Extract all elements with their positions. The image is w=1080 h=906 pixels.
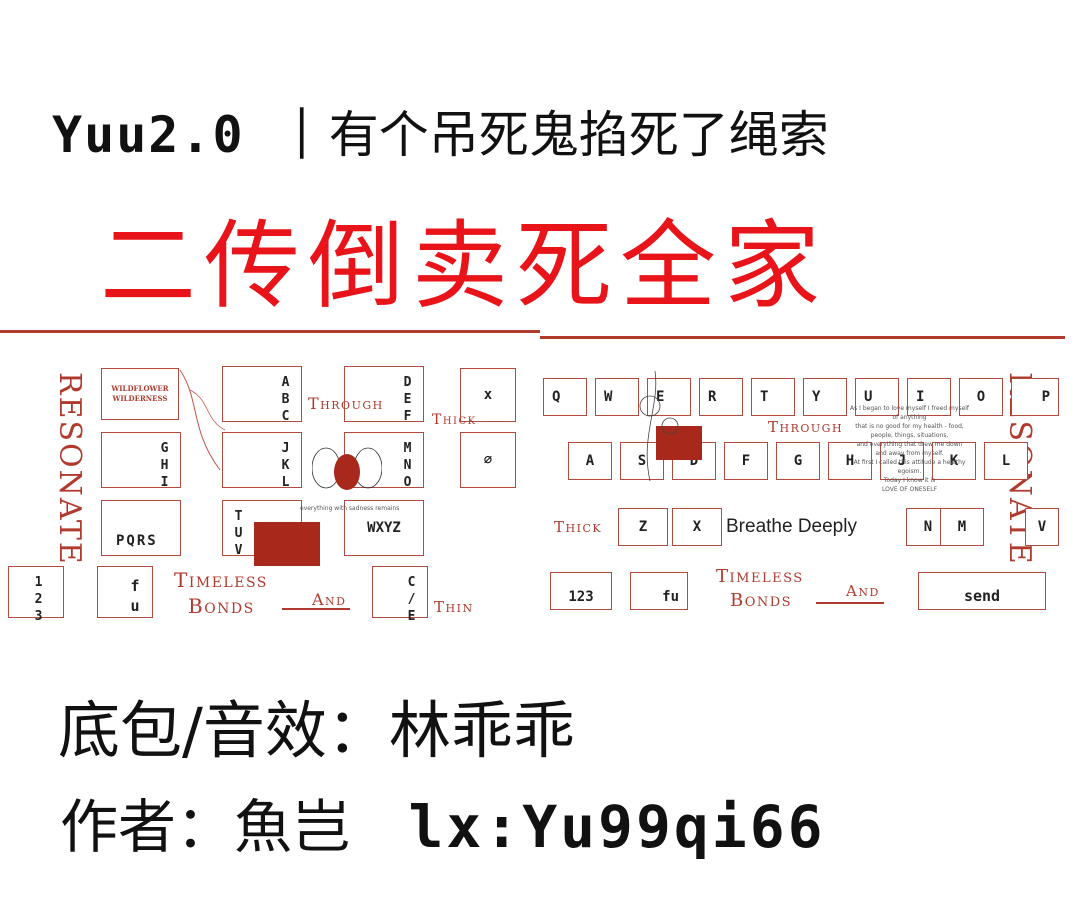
and-underline-right bbox=[816, 602, 884, 604]
key-z[interactable]: Z bbox=[618, 508, 668, 546]
key-m[interactable]: M bbox=[940, 508, 984, 546]
word-timeless-right: Timeless bbox=[716, 566, 804, 587]
author-contact: lx:Yu99qi66 bbox=[408, 793, 826, 861]
word-through-right: Through bbox=[768, 418, 844, 436]
key-t[interactable]: T bbox=[751, 378, 795, 416]
red-block bbox=[254, 522, 320, 566]
key-r[interactable]: R bbox=[699, 378, 743, 416]
title-separator: ｜ bbox=[276, 106, 329, 164]
word-bonds-right: Bonds bbox=[730, 590, 793, 611]
key-123-right[interactable]: 123 bbox=[550, 572, 612, 610]
key-pqrs[interactable]: PQRS bbox=[101, 500, 181, 556]
key-fu-right[interactable]: fu bbox=[630, 572, 688, 610]
left-keyboard-preview: RESONATE WILDFLOWER WILDERNESS ABC DEF x… bbox=[0, 350, 540, 640]
key-empty[interactable]: ∅ bbox=[460, 432, 516, 488]
key-123[interactable]: 123 bbox=[8, 566, 64, 626]
key-x[interactable]: X bbox=[672, 508, 722, 546]
divider-right bbox=[540, 336, 1065, 339]
poem-block: As I began to love myself I freed myself… bbox=[850, 405, 970, 493]
caption-text: everything with sadness remains bbox=[300, 505, 400, 512]
space-label: Breathe Deeply bbox=[726, 516, 857, 537]
key-v[interactable]: V bbox=[1025, 508, 1059, 546]
credit-sound: 底包/音效：林乖乖 bbox=[58, 694, 575, 767]
word-and-right: And bbox=[846, 582, 880, 600]
key-ghi[interactable]: GHI bbox=[101, 432, 181, 492]
key-f[interactable]: F bbox=[724, 442, 768, 480]
space-key[interactable]: Breathe Deeply bbox=[726, 508, 857, 546]
word-timeless: Timeless bbox=[174, 568, 268, 592]
word-thin: Thin bbox=[434, 598, 474, 616]
botanical-sketch-icon bbox=[639, 370, 679, 482]
send-key[interactable]: send bbox=[918, 572, 1046, 610]
key-a[interactable]: A bbox=[568, 442, 612, 480]
divider-left bbox=[0, 330, 540, 333]
word-thick: Thick bbox=[432, 412, 477, 428]
key-l[interactable]: L bbox=[984, 442, 1028, 480]
author-label: 作者：魚岂 bbox=[60, 793, 351, 861]
word-bonds: Bonds bbox=[188, 594, 255, 618]
word-through: Through bbox=[308, 394, 384, 413]
key-g[interactable]: G bbox=[776, 442, 820, 480]
moth-icon bbox=[312, 447, 382, 490]
brand-label: WILDFLOWER WILDERNESS bbox=[111, 384, 169, 403]
key-q[interactable]: Q bbox=[543, 378, 587, 416]
key-fu[interactable]: fu bbox=[97, 566, 153, 618]
side-text-resonate: RESONATE bbox=[52, 372, 87, 566]
key-p[interactable]: P bbox=[1011, 378, 1059, 416]
title-chinese: 有个吊死鬼掐死了绳索 bbox=[328, 106, 829, 164]
headline: 二传倒卖死全家 bbox=[100, 210, 828, 322]
word-and: And bbox=[312, 590, 347, 609]
floral-sketch-icon bbox=[179, 369, 226, 471]
brand-key[interactable]: WILDFLOWER WILDERNESS bbox=[101, 368, 179, 420]
title-latin: Yuu2.0 bbox=[52, 106, 245, 164]
title-line: Yuu2.0 ｜有个吊死鬼掐死了绳索 bbox=[52, 95, 829, 167]
key-y[interactable]: Y bbox=[803, 378, 847, 416]
word-thick-right: Thick bbox=[554, 518, 603, 536]
credit-author: 作者：魚岂 lx:Yu99qi66 bbox=[60, 780, 826, 864]
right-keyboard-preview: RESONATE Q W E R T Y U I O P A S D F G H… bbox=[540, 350, 1070, 640]
key-ce[interactable]: C/E bbox=[372, 566, 428, 626]
